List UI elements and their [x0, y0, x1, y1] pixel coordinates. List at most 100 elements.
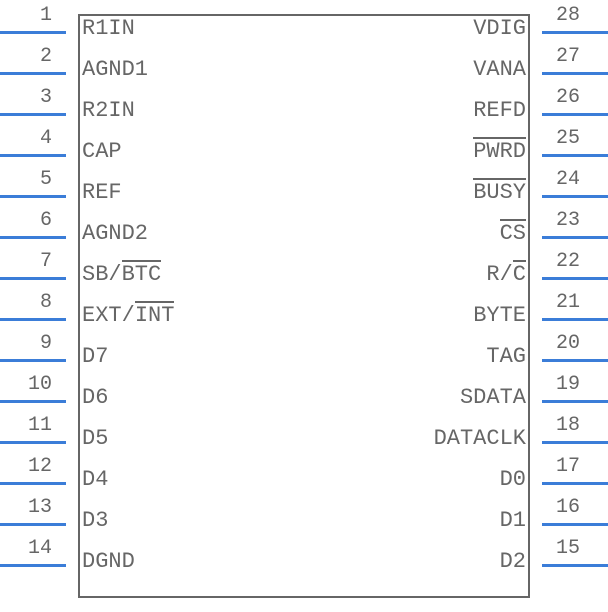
pin-label: D5 — [66, 426, 124, 451]
pin-28: 28VDIG — [457, 8, 608, 48]
pin-number: 15 — [556, 537, 580, 560]
pin-number: 24 — [556, 168, 580, 191]
pin-lead — [0, 195, 66, 198]
pin-lead — [0, 564, 66, 567]
pin-label: R1IN — [66, 16, 151, 41]
pin-3: 3R2IN — [0, 90, 151, 130]
pin-label: D0 — [484, 467, 542, 492]
pin-number: 10 — [28, 373, 52, 396]
pin-18: 18DATACLK — [418, 418, 608, 458]
pin-lead — [542, 482, 608, 485]
pin-10: 10D6 — [0, 377, 124, 417]
pin-number: 28 — [556, 4, 580, 27]
pin-label: D4 — [66, 467, 124, 492]
pin-lead — [542, 72, 608, 75]
pin-label: D2 — [484, 549, 542, 574]
pin-9: 9D7 — [0, 336, 124, 376]
pin-label: CS — [484, 221, 542, 246]
pin-6: 6AGND2 — [0, 213, 164, 253]
pin-4: 4CAP — [0, 131, 138, 171]
pin-number: 17 — [556, 455, 580, 478]
pin-label: CAP — [66, 139, 138, 164]
pin-number: 5 — [40, 168, 52, 191]
pin-lead — [0, 482, 66, 485]
pin-number: 2 — [40, 45, 52, 68]
pin-21: 21BYTE — [457, 295, 608, 335]
pin-label: BYTE — [457, 303, 542, 328]
pin-15: 15D2 — [484, 541, 608, 581]
pin-label: REFD — [457, 98, 542, 123]
pin-lead — [542, 564, 608, 567]
pin-label: BUSY — [457, 180, 542, 205]
pin-16: 16D1 — [484, 500, 608, 540]
pin-number: 11 — [28, 414, 52, 437]
pin-label: PWRD — [457, 139, 542, 164]
pin-number: 8 — [40, 291, 52, 314]
pin-lead — [0, 236, 66, 239]
pin-lead — [0, 400, 66, 403]
pin-label: VDIG — [457, 16, 542, 41]
pin-label: DATACLK — [418, 426, 542, 451]
pin-lead — [542, 154, 608, 157]
pin-23: 23CS — [484, 213, 608, 253]
pin-number: 23 — [556, 209, 580, 232]
pin-5: 5REF — [0, 172, 138, 212]
pin-number: 20 — [556, 332, 580, 355]
pin-24: 24BUSY — [457, 172, 608, 212]
pin-number: 3 — [40, 86, 52, 109]
pin-number: 18 — [556, 414, 580, 437]
pin-number: 14 — [28, 537, 52, 560]
pin-2: 2AGND1 — [0, 49, 164, 89]
pin-lead — [542, 277, 608, 280]
pin-lead — [542, 195, 608, 198]
pin-number: 25 — [556, 127, 580, 150]
pin-label: REF — [66, 180, 138, 205]
pin-lead — [542, 523, 608, 526]
pin-number: 19 — [556, 373, 580, 396]
pin-11: 11D5 — [0, 418, 124, 458]
pin-lead — [542, 441, 608, 444]
pin-lead — [0, 523, 66, 526]
pin-22: 22R/C — [470, 254, 608, 294]
pin-label: AGND1 — [66, 57, 164, 82]
pin-label: D7 — [66, 344, 124, 369]
pin-lead — [0, 318, 66, 321]
pin-lead — [542, 359, 608, 362]
pin-13: 13D3 — [0, 500, 124, 540]
ic-pinout-diagram: 1R1IN2AGND13R2IN4CAP5REF6AGND27SB/BTC8EX… — [0, 0, 608, 612]
pin-label: R/C — [470, 262, 542, 287]
pin-label: D6 — [66, 385, 124, 410]
pin-20: 20TAG — [470, 336, 608, 376]
pin-26: 26REFD — [457, 90, 608, 130]
pin-label: SDATA — [444, 385, 542, 410]
pin-number: 12 — [28, 455, 52, 478]
pin-number: 21 — [556, 291, 580, 314]
pin-lead — [0, 359, 66, 362]
pin-number: 6 — [40, 209, 52, 232]
pin-number: 27 — [556, 45, 580, 68]
pin-25: 25PWRD — [457, 131, 608, 171]
pin-number: 4 — [40, 127, 52, 150]
pin-lead — [0, 154, 66, 157]
pin-number: 7 — [40, 250, 52, 273]
pin-12: 12D4 — [0, 459, 124, 499]
pin-17: 17D0 — [484, 459, 608, 499]
pin-lead — [542, 113, 608, 116]
pin-label: D1 — [484, 508, 542, 533]
pin-label: TAG — [470, 344, 542, 369]
pin-19: 19SDATA — [444, 377, 608, 417]
pin-lead — [0, 72, 66, 75]
pin-label: DGND — [66, 549, 151, 574]
pin-14: 14DGND — [0, 541, 151, 581]
pin-number: 1 — [40, 4, 52, 27]
pin-lead — [0, 113, 66, 116]
pin-lead — [542, 31, 608, 34]
pin-27: 27VANA — [457, 49, 608, 89]
pin-lead — [0, 31, 66, 34]
pin-8: 8EXT/INT — [0, 295, 190, 335]
pin-label: EXT/INT — [66, 303, 190, 328]
pin-lead — [0, 441, 66, 444]
pin-1: 1R1IN — [0, 8, 151, 48]
pin-label: AGND2 — [66, 221, 164, 246]
pin-label: D3 — [66, 508, 124, 533]
